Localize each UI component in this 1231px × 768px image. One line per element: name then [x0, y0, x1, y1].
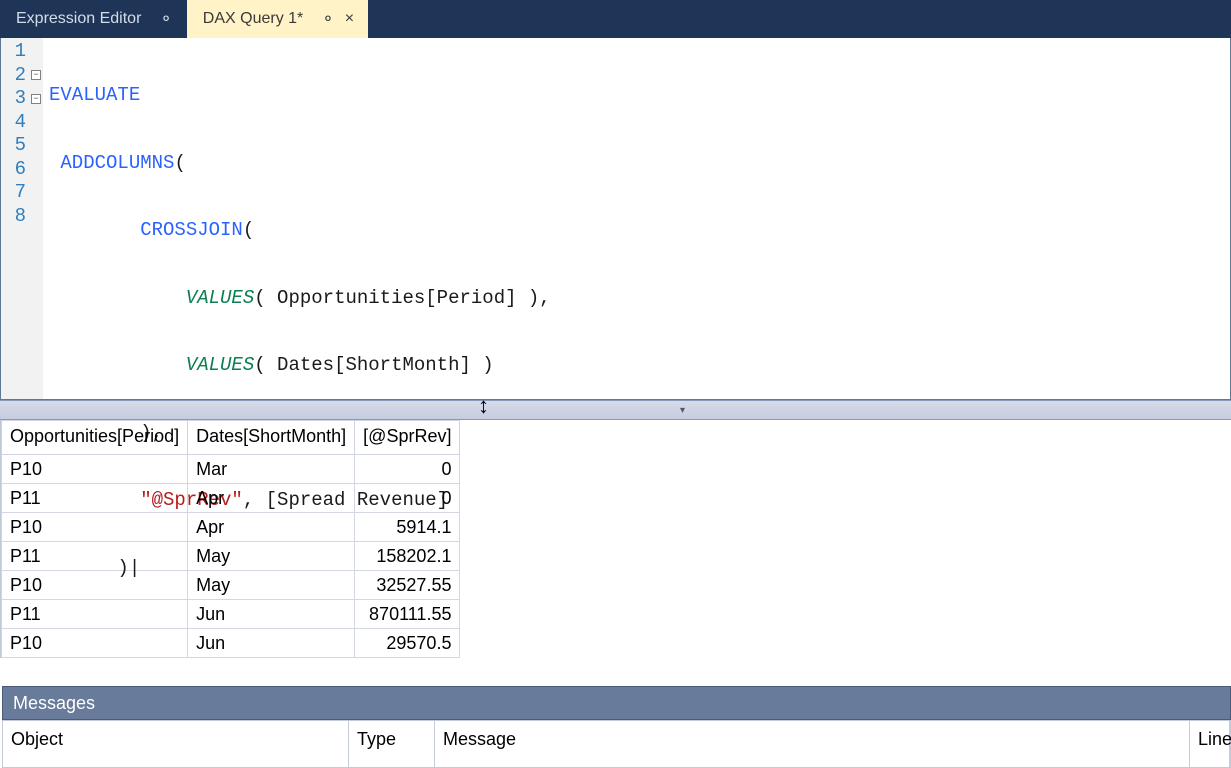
cell-sprrev: 870111.55 — [355, 600, 460, 629]
gutter: 1 2 3 4 5 6 7 8 − − — [1, 38, 43, 399]
cell-period: P10 — [2, 629, 188, 658]
messages-col-type[interactable]: Type — [349, 721, 435, 767]
messages-col-message[interactable]: Message — [435, 721, 1190, 767]
code-content[interactable]: EVALUATE ADDCOLUMNS( CROSSJOIN( VALUES( … — [43, 38, 1230, 399]
messages-panel-title[interactable]: Messages — [2, 686, 1231, 720]
tab-dax-query-1[interactable]: DAX Query 1* ⚬ × — [187, 0, 368, 38]
cell-sprrev: 29570.5 — [355, 629, 460, 658]
pin-icon[interactable]: ⚬ — [159, 9, 172, 29]
tab-label: Expression Editor — [16, 10, 141, 28]
tab-label: DAX Query 1* — [203, 10, 303, 28]
pin-icon[interactable]: ⚬ — [321, 9, 334, 29]
fold-toggle-icon[interactable]: − — [31, 94, 41, 104]
line-numbers: 1 2 3 4 5 6 7 8 — [1, 38, 29, 399]
table-row[interactable]: P10Jun29570.5 — [2, 629, 460, 658]
messages-grid-header: Object Type Message Line — [2, 720, 1231, 768]
fold-column: − − — [29, 38, 43, 399]
horizontal-splitter[interactable]: ↕ ▾ — [0, 400, 1231, 420]
messages-col-object[interactable]: Object — [3, 721, 349, 767]
fold-toggle-icon[interactable]: − — [31, 70, 41, 80]
tab-bar: Expression Editor ⚬ DAX Query 1* ⚬ × — [0, 0, 1231, 38]
close-icon[interactable]: × — [345, 10, 354, 28]
cell-month: Jun — [188, 629, 355, 658]
chevron-down-icon[interactable]: ▾ — [680, 405, 685, 416]
code-editor[interactable]: 1 2 3 4 5 6 7 8 − − EVALUATE ADDCOLUMNS(… — [0, 38, 1231, 400]
tab-expression-editor[interactable]: Expression Editor ⚬ — [0, 0, 187, 38]
messages-col-line[interactable]: Line — [1190, 721, 1230, 767]
